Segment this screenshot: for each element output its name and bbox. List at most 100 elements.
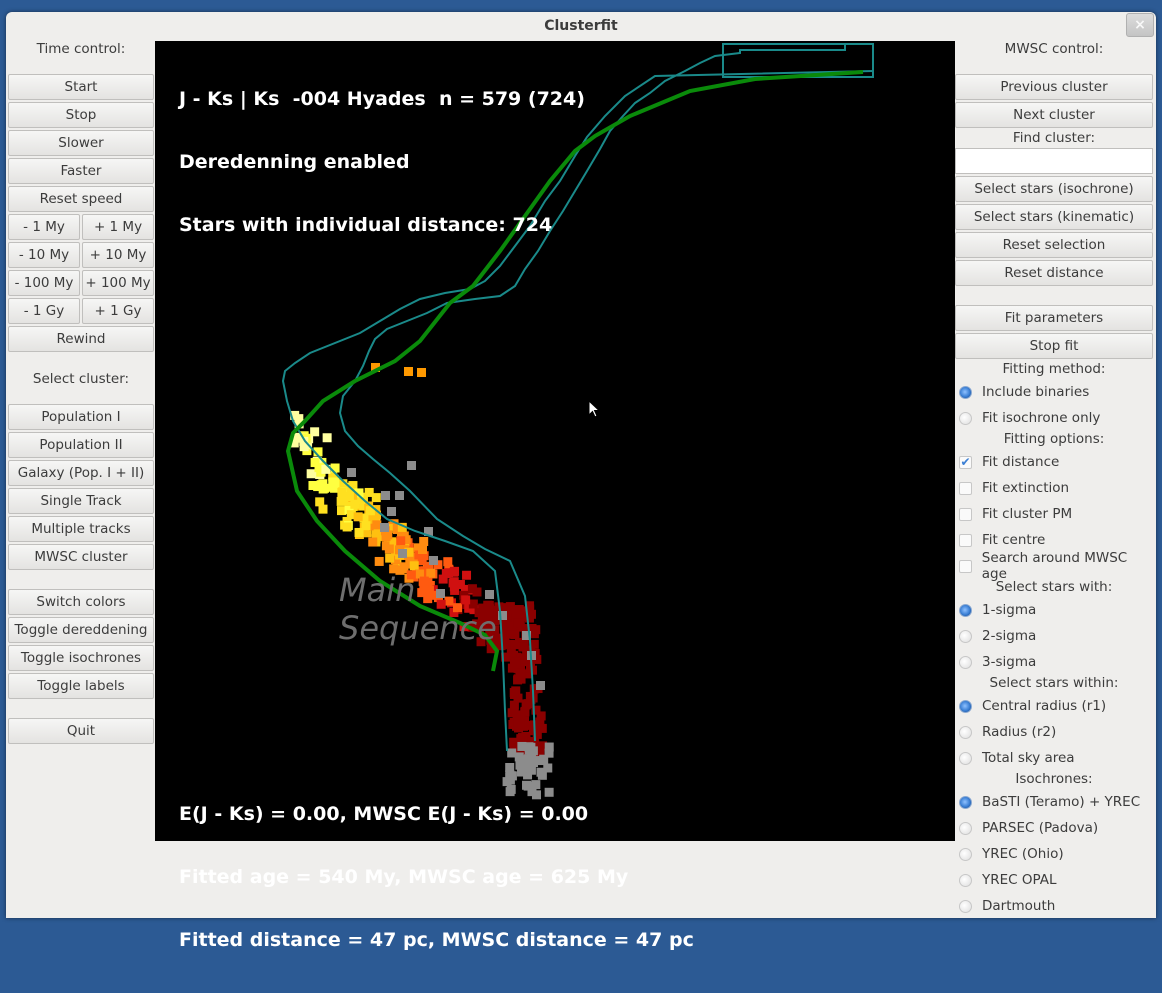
sigma-option[interactable]: 2-sigma bbox=[955, 623, 1153, 649]
plus-10my-button[interactable]: + 10 My bbox=[82, 242, 154, 268]
star-point bbox=[306, 469, 316, 479]
star-point bbox=[514, 752, 524, 762]
checkbox-checked-icon[interactable]: ✔ bbox=[959, 455, 972, 469]
previous-cluster-button[interactable]: Previous cluster bbox=[955, 74, 1153, 100]
single-track-button[interactable]: Single Track bbox=[8, 488, 154, 514]
minus-10my-button[interactable]: - 10 My bbox=[8, 242, 80, 268]
radio-unselected-icon[interactable] bbox=[959, 725, 972, 739]
star-point bbox=[381, 491, 390, 500]
toggle-labels-button[interactable]: Toggle labels bbox=[8, 673, 154, 699]
region-label-line-1: Main bbox=[339, 571, 416, 609]
switch-colors-button[interactable]: Switch colors bbox=[8, 589, 154, 615]
isochrone-option[interactable]: BaSTI (Teramo) + YREC bbox=[955, 789, 1153, 815]
radio-unselected-icon[interactable] bbox=[959, 411, 972, 425]
stop-button[interactable]: Stop bbox=[8, 102, 154, 128]
fitting-options-option[interactable]: ✔ Fit distance bbox=[955, 449, 1153, 475]
isochrone-option[interactable]: YREC OPAL bbox=[955, 867, 1153, 893]
within-option[interactable]: Total sky area bbox=[955, 745, 1153, 771]
checkbox-unchecked-icon[interactable] bbox=[959, 507, 972, 521]
checkbox-unchecked-icon[interactable] bbox=[959, 481, 972, 495]
footer-distance: Fitted distance = 47 pc, MWSC distance =… bbox=[179, 929, 694, 951]
faster-button[interactable]: Faster bbox=[8, 158, 154, 184]
start-button[interactable]: Start bbox=[8, 74, 154, 100]
fitting-options-option[interactable]: Fit cluster PM bbox=[955, 501, 1153, 527]
radio-unselected-icon[interactable] bbox=[959, 751, 972, 765]
reset-speed-button[interactable]: Reset speed bbox=[8, 186, 154, 212]
mwsc-control-panel: MWSC control: Previous cluster Next clus… bbox=[955, 38, 1153, 919]
plus-1gy-button[interactable]: + 1 Gy bbox=[82, 298, 154, 324]
star-point bbox=[518, 642, 528, 652]
toggle-dereddening-button[interactable]: Toggle dereddening bbox=[8, 617, 154, 643]
fitting-method-option[interactable]: Fit isochrone only bbox=[955, 405, 1153, 431]
find-cluster-input[interactable] bbox=[955, 148, 1153, 174]
fitting-method-option[interactable]: Include binaries bbox=[955, 379, 1153, 405]
star-point bbox=[517, 741, 527, 751]
population-2-button[interactable]: Population II bbox=[8, 432, 154, 458]
star-point bbox=[380, 523, 389, 532]
toggle-isochrones-button[interactable]: Toggle isochrones bbox=[8, 645, 154, 671]
find-cluster-label: Find cluster: bbox=[1012, 130, 1096, 146]
fitting-options-label: Fitting options: bbox=[1003, 431, 1105, 447]
star-point bbox=[544, 742, 554, 752]
checkbox-unchecked-icon[interactable] bbox=[959, 533, 972, 547]
reset-selection-button[interactable]: Reset selection bbox=[955, 232, 1153, 258]
footer-extinction: E(J - Ks) = 0.00, MWSC E(J - Ks) = 0.00 bbox=[179, 803, 589, 825]
minus-1my-button[interactable]: - 1 My bbox=[8, 214, 80, 240]
isochrone-option-label: YREC OPAL bbox=[982, 872, 1057, 888]
radio-unselected-icon[interactable] bbox=[959, 899, 972, 913]
minus-1gy-button[interactable]: - 1 Gy bbox=[8, 298, 80, 324]
within-option[interactable]: Central radius (r1) bbox=[955, 693, 1153, 719]
radio-selected-icon[interactable] bbox=[959, 699, 972, 713]
app-window: Clusterfit × Time control: Start Stop Sl… bbox=[6, 12, 1156, 951]
galaxy-button[interactable]: Galaxy (Pop. I + II) bbox=[8, 460, 154, 486]
select-stars-kinematic-button[interactable]: Select stars (kinematic) bbox=[955, 204, 1153, 230]
star-point bbox=[395, 491, 404, 500]
header-line-3: Stars with individual distance: 724 bbox=[179, 214, 553, 236]
star-point bbox=[417, 368, 426, 377]
close-icon[interactable]: × bbox=[1126, 13, 1154, 37]
time-control-panel: Time control: Start Stop Slower Faster R… bbox=[8, 38, 154, 746]
isochrone-option-label: YREC (Ohio) bbox=[982, 846, 1064, 862]
reset-distance-button[interactable]: Reset distance bbox=[955, 260, 1153, 286]
fit-parameters-button[interactable]: Fit parameters bbox=[955, 305, 1153, 331]
stop-fit-button[interactable]: Stop fit bbox=[955, 333, 1153, 359]
radio-selected-icon[interactable] bbox=[959, 603, 972, 617]
rewind-button[interactable]: Rewind bbox=[8, 326, 154, 352]
star-point bbox=[409, 561, 419, 571]
quit-button[interactable]: Quit bbox=[8, 718, 154, 744]
radio-unselected-icon[interactable] bbox=[959, 629, 972, 643]
plus-1my-button[interactable]: + 1 My bbox=[82, 214, 154, 240]
select-stars-isochrone-button[interactable]: Select stars (isochrone) bbox=[955, 176, 1153, 202]
sigma-option[interactable]: 3-sigma bbox=[955, 649, 1153, 675]
multiple-tracks-button[interactable]: Multiple tracks bbox=[8, 516, 154, 542]
within-option[interactable]: Radius (r2) bbox=[955, 719, 1153, 745]
fitting-options-option[interactable]: Fit extinction bbox=[955, 475, 1153, 501]
cmd-plot-canvas[interactable]: J - Ks | Ks -004 Hyades n = 579 (724) De… bbox=[155, 41, 955, 951]
star-point bbox=[511, 657, 521, 667]
isochrone-option[interactable]: YREC (Ohio) bbox=[955, 841, 1153, 867]
population-1-button[interactable]: Population I bbox=[8, 404, 154, 430]
star-point bbox=[407, 461, 416, 470]
star-point bbox=[344, 492, 354, 502]
sigma-option[interactable]: 1-sigma bbox=[955, 597, 1153, 623]
fitting-options-option[interactable]: Search around MWSC age bbox=[955, 550, 1153, 582]
radio-unselected-icon[interactable] bbox=[959, 655, 972, 669]
select-stars-within-label: Select stars within: bbox=[989, 675, 1119, 691]
fitting-options-option-label: Fit cluster PM bbox=[982, 506, 1073, 522]
radio-unselected-icon[interactable] bbox=[959, 821, 972, 835]
star-point bbox=[537, 723, 547, 733]
radio-selected-icon[interactable] bbox=[959, 385, 972, 399]
next-cluster-button[interactable]: Next cluster bbox=[955, 102, 1153, 128]
star-point bbox=[510, 640, 520, 650]
minus-100my-button[interactable]: - 100 My bbox=[8, 270, 80, 296]
radio-unselected-icon[interactable] bbox=[959, 847, 972, 861]
footer-age: Fitted age = 540 My, MWSC age = 625 My bbox=[179, 866, 629, 888]
isochrone-option[interactable]: Dartmouth bbox=[955, 893, 1153, 919]
radio-selected-icon[interactable] bbox=[959, 795, 972, 809]
isochrone-option[interactable]: PARSEC (Padova) bbox=[955, 815, 1153, 841]
slower-button[interactable]: Slower bbox=[8, 130, 154, 156]
mwsc-cluster-button[interactable]: MWSC cluster bbox=[8, 544, 154, 570]
radio-unselected-icon[interactable] bbox=[959, 873, 972, 887]
plus-100my-button[interactable]: + 100 My bbox=[82, 270, 154, 296]
checkbox-unchecked-icon[interactable] bbox=[959, 559, 972, 573]
